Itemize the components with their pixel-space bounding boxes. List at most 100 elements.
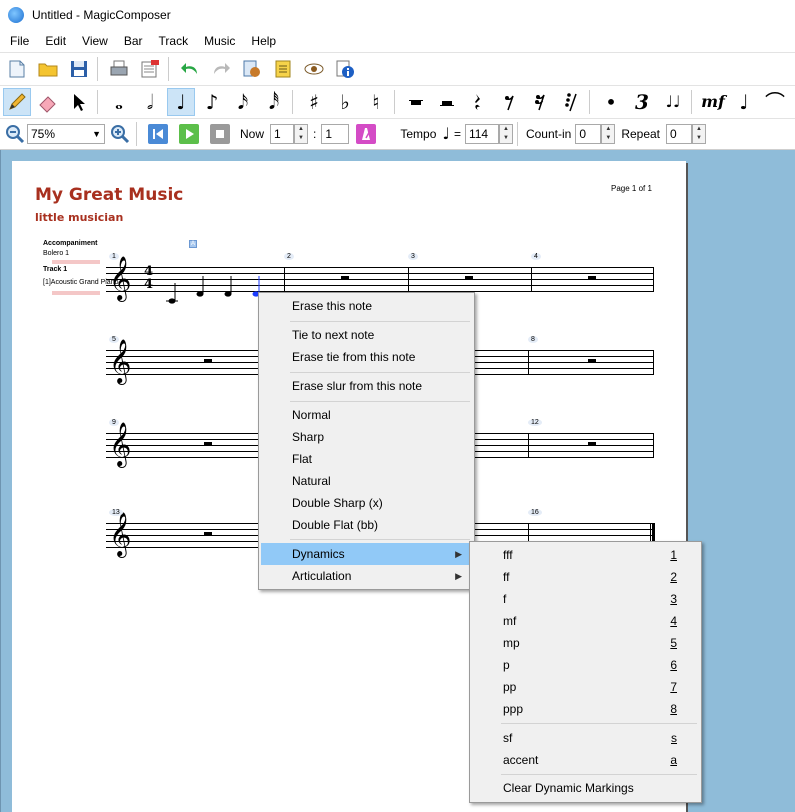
play-button[interactable]: [175, 120, 203, 148]
natural-button[interactable]: ♮: [362, 88, 390, 116]
now-bar-input[interactable]: 1: [270, 124, 295, 144]
menu-normal[interactable]: Normal: [261, 404, 472, 426]
dynamic-accent[interactable]: accent a: [472, 749, 699, 771]
rewind-button[interactable]: [144, 120, 172, 148]
eighth-rest-button[interactable]: [495, 88, 523, 116]
half-note-button[interactable]: 𝅗𝅥: [136, 88, 164, 116]
menu-track[interactable]: Track: [151, 30, 197, 52]
track1-volume-bar[interactable]: [52, 291, 100, 295]
whole-rest[interactable]: [465, 276, 473, 279]
countin-input[interactable]: 0: [575, 124, 602, 144]
new-document-button[interactable]: [3, 55, 31, 83]
menu-natural[interactable]: Natural: [261, 470, 472, 492]
menu-double-flat[interactable]: Double Flat (bb): [261, 514, 472, 536]
score-properties-button[interactable]: [269, 55, 297, 83]
whole-rest-button[interactable]: [402, 88, 430, 116]
sharp-button[interactable]: ♯: [300, 88, 328, 116]
dynamic-f[interactable]: f3: [472, 588, 699, 610]
print-preview-button[interactable]: [136, 55, 164, 83]
zoom-in-icon: [111, 125, 130, 144]
sixteenth-rest-button[interactable]: [526, 88, 554, 116]
save-icon: [71, 61, 87, 77]
dynamic-button[interactable]: mf: [699, 88, 727, 116]
menu-sharp[interactable]: Sharp: [261, 426, 472, 448]
eighth-note-button[interactable]: ♪: [198, 88, 226, 116]
menu-articulation[interactable]: Articulation ▶: [261, 565, 472, 587]
repeat-spinner[interactable]: ▲ ▼: [692, 124, 707, 144]
accompaniment-marker[interactable]: A: [189, 240, 197, 248]
dynamic-ff[interactable]: ff 2: [472, 566, 699, 588]
menu-tie-next[interactable]: Tie to next note: [261, 324, 472, 346]
whole-rest[interactable]: [588, 276, 596, 279]
menu-separator: [290, 539, 470, 540]
pencil-tool-button[interactable]: [3, 88, 31, 116]
dot-button[interactable]: •: [597, 88, 625, 116]
whole-rest[interactable]: [204, 442, 212, 445]
thirtysecond-note-button[interactable]: 𝅘𝅥𝅰: [260, 88, 288, 116]
countin-spinner[interactable]: ▲ ▼: [601, 124, 616, 144]
barline: [653, 433, 654, 458]
redo-button[interactable]: [207, 55, 235, 83]
song-author[interactable]: little musician: [35, 211, 123, 224]
menu-bar: File Edit View Bar Track Music Help: [0, 30, 795, 52]
song-title[interactable]: My Great Music: [35, 185, 183, 205]
zoom-select[interactable]: 75% ▼: [27, 124, 105, 144]
info-button[interactable]: [331, 55, 359, 83]
quarter-note-button[interactable]: ♩: [167, 88, 195, 116]
triplet-button[interactable]: 3: [628, 88, 656, 116]
dynamic-fff[interactable]: fff 1: [472, 544, 699, 566]
tempo-spinner[interactable]: ▲ ▼: [498, 124, 513, 144]
select-tool-button[interactable]: [65, 88, 93, 116]
zoom-out-button[interactable]: [3, 120, 27, 148]
menu-dynamics[interactable]: Dynamics ▶: [261, 543, 472, 565]
now-beat-input[interactable]: 1: [321, 124, 350, 144]
menu-double-sharp[interactable]: Double Sharp (x): [261, 492, 472, 514]
dynamic-ppp[interactable]: ppp 8: [472, 698, 699, 720]
tempo-input[interactable]: 114: [464, 124, 499, 144]
dynamic-sf[interactable]: sf s: [472, 727, 699, 749]
whole-rest[interactable]: [204, 359, 212, 362]
whole-rest[interactable]: [588, 442, 596, 445]
accompaniment-volume-bar[interactable]: [52, 260, 100, 264]
whole-rest[interactable]: [588, 359, 596, 362]
menu-erase-slur[interactable]: Erase slur from this note: [261, 375, 472, 397]
now-bar-spinner[interactable]: ▲ ▼: [294, 124, 309, 144]
menu-help[interactable]: Help: [243, 30, 284, 52]
dynamic-mp[interactable]: mp 5: [472, 632, 699, 654]
repeat-input[interactable]: 0: [666, 124, 693, 144]
whole-rest[interactable]: [341, 276, 349, 279]
dynamic-pp[interactable]: pp 7: [472, 676, 699, 698]
menu-bar-item[interactable]: Bar: [116, 30, 151, 52]
menu-view[interactable]: View: [74, 30, 116, 52]
dynamic-mf[interactable]: mf 4: [472, 610, 699, 632]
eraser-tool-button[interactable]: [34, 88, 62, 116]
slur-button[interactable]: ⌒: [761, 88, 789, 116]
menu-erase-tie[interactable]: Erase tie from this note: [261, 346, 472, 368]
zoom-in-button[interactable]: [108, 120, 132, 148]
tie-button[interactable]: ♩♩: [659, 88, 687, 116]
whole-rest[interactable]: [204, 532, 212, 535]
menu-music[interactable]: Music: [196, 30, 243, 52]
dynamic-p[interactable]: p6: [472, 654, 699, 676]
stop-button[interactable]: [206, 120, 234, 148]
settings-button[interactable]: [238, 55, 266, 83]
menu-file[interactable]: File: [0, 30, 37, 52]
menu-edit[interactable]: Edit: [37, 30, 74, 52]
undo-button[interactable]: [176, 55, 204, 83]
flat-button[interactable]: ♭: [331, 88, 359, 116]
menu-flat[interactable]: Flat: [261, 448, 472, 470]
save-button[interactable]: [65, 55, 93, 83]
open-button[interactable]: [34, 55, 62, 83]
thirtysecond-rest-button[interactable]: [557, 88, 585, 116]
sixteenth-note-button[interactable]: 𝅘𝅥𝅯: [229, 88, 257, 116]
clear-dynamics[interactable]: Clear Dynamic Markings: [472, 777, 699, 799]
print-button[interactable]: [105, 55, 133, 83]
menu-erase-note[interactable]: Erase this note: [261, 295, 472, 317]
quarter-rest-button[interactable]: [464, 88, 492, 116]
metronome-button[interactable]: [352, 120, 380, 148]
spin-up-icon: ▲: [298, 126, 304, 132]
whole-note-button[interactable]: 𝅝: [105, 88, 133, 116]
view-button[interactable]: [300, 55, 328, 83]
accent-button[interactable]: ♩: [730, 88, 758, 116]
half-rest-button[interactable]: [433, 88, 461, 116]
